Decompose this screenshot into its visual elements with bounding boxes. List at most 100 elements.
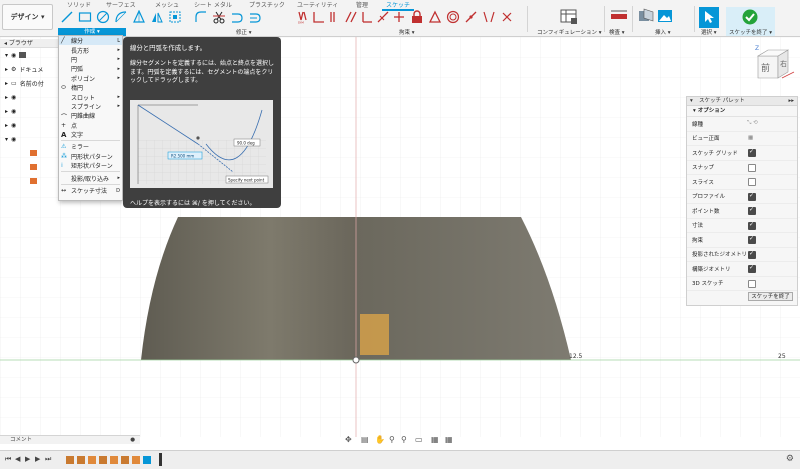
insert-image-icon[interactable]: [657, 8, 673, 24]
menu-item-polygon[interactable]: ポリゴン ▸: [59, 74, 122, 83]
eye-icon[interactable]: ◉: [11, 52, 16, 59]
go-to-start-icon[interactable]: ⏮: [5, 455, 11, 464]
eye-icon[interactable]: ◉: [11, 122, 16, 129]
comments-bar[interactable]: コメント ●: [0, 435, 140, 444]
origin-point[interactable]: [352, 356, 360, 364]
tab-mesh[interactable]: メッシュ: [155, 0, 179, 9]
solid-body-left[interactable]: [141, 217, 356, 360]
menu-item-rectangular-pattern[interactable]: ⁞ 矩形状パターン: [59, 161, 122, 170]
timeline-marker[interactable]: [159, 453, 162, 466]
viewports-icon[interactable]: ▦: [445, 435, 453, 444]
menu-item-line[interactable]: ╱ 線分 L: [59, 36, 122, 46]
tab-plastic[interactable]: プラスチック: [249, 0, 285, 9]
polygon-tool-icon[interactable]: [132, 10, 146, 24]
constraints-checkbox[interactable]: [748, 235, 756, 244]
timeline-feature-sketch-icon[interactable]: [77, 456, 85, 464]
menu-item-rectangle[interactable]: 長方形 ▸: [59, 45, 122, 55]
step-back-icon[interactable]: ◀: [15, 455, 20, 463]
eye-icon[interactable]: ◉: [11, 136, 16, 143]
perpendicular-icon[interactable]: [360, 10, 374, 24]
grid-settings-icon[interactable]: ▦: [431, 435, 439, 444]
menu-item-arc[interactable]: 円弧 ▸: [59, 64, 122, 74]
menu-item-sketch-dimension[interactable]: ↔ スケッチ寸法 D: [59, 186, 122, 195]
profile-checkbox[interactable]: [748, 192, 756, 201]
mirror-tool-icon[interactable]: [150, 10, 164, 24]
tree-item-bodies[interactable]: ▸ ◉: [0, 104, 58, 118]
palette-collapse-icon[interactable]: ▾: [690, 97, 693, 106]
tree-item-component[interactable]: ▾ ◉: [0, 132, 58, 146]
fix-lock-icon[interactable]: [410, 10, 424, 24]
constraints-menu-button[interactable]: 拘束 ▾: [399, 28, 415, 36]
rectangle-tool-icon[interactable]: [78, 10, 92, 24]
timeline-settings-gear-icon[interactable]: ⚙: [786, 454, 794, 464]
timeline-feature-sketch-icon[interactable]: [66, 456, 74, 464]
expand-arrow-icon[interactable]: ▾: [5, 136, 8, 143]
pan-hand-icon[interactable]: ✋: [375, 435, 385, 444]
menu-item-project-include[interactable]: 投影/取り込み ▸: [59, 173, 122, 183]
look-at-icon[interactable]: ▤: [361, 435, 369, 444]
tab-manage[interactable]: 管理: [356, 0, 368, 9]
projected-geometries-checkbox[interactable]: [748, 250, 756, 259]
menu-item-slot[interactable]: スロット ▸: [59, 92, 122, 102]
configuration-menu-button[interactable]: コンフィギュレーション ▾: [537, 28, 602, 36]
arc-tool-icon[interactable]: [114, 10, 128, 24]
menu-item-spline[interactable]: スプライン ▸: [59, 102, 122, 111]
smooth-icon[interactable]: [500, 10, 514, 24]
slice-checkbox[interactable]: [748, 178, 756, 186]
timeline-feature-extrude-icon[interactable]: [88, 456, 96, 464]
menu-item-ellipse[interactable]: ⬭ 楕円: [59, 83, 122, 92]
tangent-icon[interactable]: [376, 10, 390, 24]
dimension-tool-icon[interactable]: DIM: [296, 10, 310, 24]
tree-item-named-views[interactable]: ▸ ▭ 名前の付: [0, 76, 58, 90]
add-comment-icon[interactable]: ●: [130, 436, 135, 445]
tab-utility[interactable]: ユーティリティ: [297, 0, 338, 9]
timeline-feature-extrude-icon[interactable]: [110, 456, 118, 464]
zoom-icon[interactable]: ⚲: [389, 435, 395, 444]
tab-surface[interactable]: サーフェス: [106, 0, 136, 9]
menu-item-point[interactable]: + 点: [59, 121, 122, 130]
menu-item-text[interactable]: A 文字: [59, 130, 122, 139]
trim-tool-icon[interactable]: [212, 10, 226, 24]
tab-sheet-metal[interactable]: シート メタル: [194, 0, 232, 9]
expand-arrow-icon[interactable]: ▸: [5, 122, 8, 129]
expand-arrow-icon[interactable]: ▸: [5, 66, 8, 73]
viewcube-front-face[interactable]: 前: [761, 61, 770, 74]
midpoint-icon[interactable]: [464, 10, 478, 24]
highlighted-profile[interactable]: [360, 314, 389, 355]
finish-sketch-button[interactable]: スケッチを終了: [748, 292, 793, 301]
construction-linetype-icon[interactable]: ⤡ ⟲: [747, 120, 758, 127]
fit-icon[interactable]: ⚲: [401, 435, 407, 444]
expand-arrow-icon[interactable]: ▸: [5, 108, 8, 115]
tab-sketch[interactable]: スケッチ: [381, 0, 415, 11]
line-tool-icon[interactable]: [60, 10, 74, 24]
construction-geometries-checkbox[interactable]: [748, 264, 756, 273]
dimensions-checkbox[interactable]: [748, 221, 756, 230]
timeline-feature-sketch-icon[interactable]: [99, 456, 107, 464]
concentric-icon[interactable]: [446, 10, 460, 24]
play-icon[interactable]: ▶: [25, 455, 30, 463]
tree-item-sketch-1[interactable]: [0, 146, 58, 160]
eye-icon[interactable]: ◉: [11, 94, 16, 101]
expand-arrow-icon[interactable]: ▾: [5, 52, 8, 59]
palette-header[interactable]: ▾ スケッチ パレット ▸▸: [687, 97, 797, 106]
symmetry-icon[interactable]: [482, 10, 496, 24]
horizontal-vertical-icon[interactable]: [392, 10, 406, 24]
palette-expand-icon[interactable]: ▸▸: [788, 97, 794, 106]
3d-sketch-checkbox[interactable]: [748, 279, 756, 288]
collinear-icon[interactable]: [328, 10, 342, 24]
expand-arrow-icon[interactable]: ▸: [5, 94, 8, 101]
finish-sketch-menu-button[interactable]: スケッチを終了 ▾: [729, 28, 772, 36]
tree-item-sketch-3[interactable]: [0, 174, 58, 188]
timeline-features[interactable]: [64, 453, 164, 466]
browser-header[interactable]: ◂ ブラウザ: [0, 39, 58, 48]
coincident-icon[interactable]: [312, 10, 326, 24]
configuration-table-icon[interactable]: [560, 8, 578, 26]
timeline-feature-active-sketch-icon[interactable]: [143, 456, 151, 464]
tree-item-sketches[interactable]: ▸ ◉: [0, 118, 58, 132]
display-settings-icon[interactable]: ▭: [415, 435, 423, 444]
tree-item-origin[interactable]: ▸ ◉: [0, 90, 58, 104]
parallel-icon[interactable]: [344, 10, 358, 24]
go-to-end-icon[interactable]: ⏭: [45, 455, 51, 464]
tab-solid[interactable]: ソリッド: [67, 0, 91, 9]
tree-item-document[interactable]: ▾ ◉: [0, 48, 58, 62]
